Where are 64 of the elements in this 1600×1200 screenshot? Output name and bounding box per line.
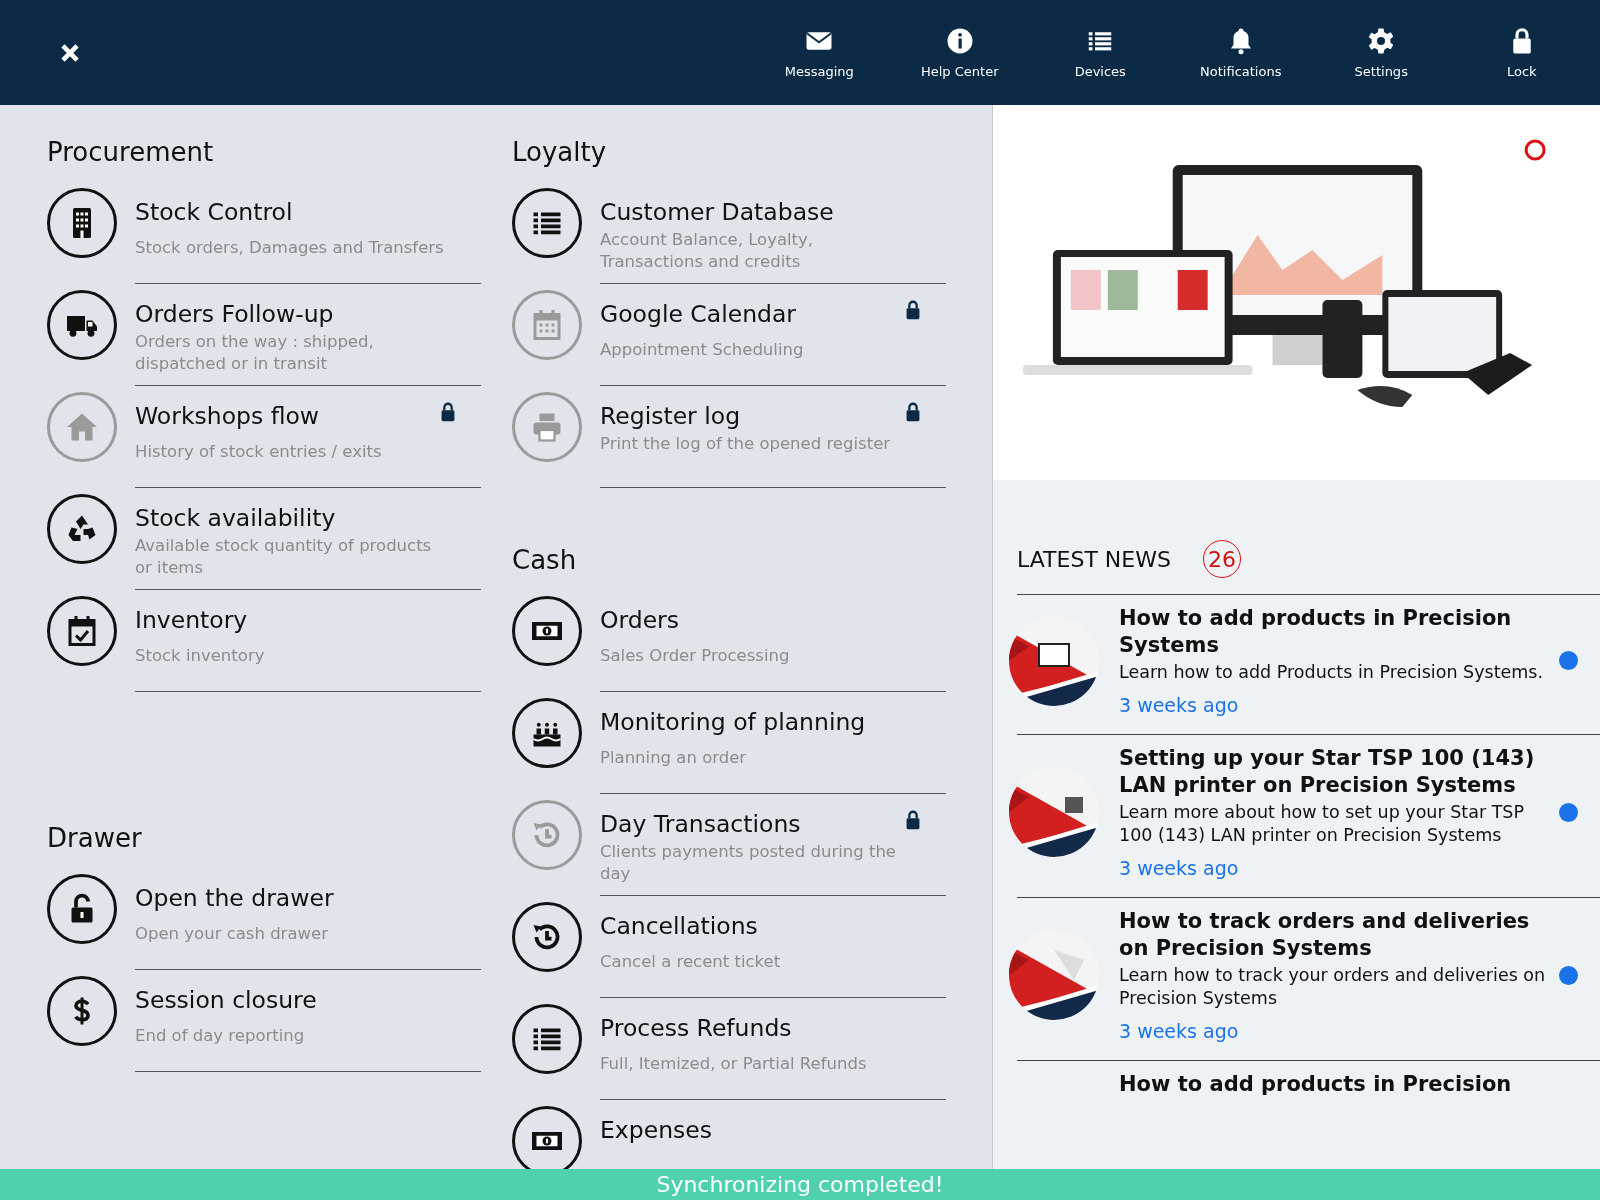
news-title[interactable]: How to add products in Precision	[1119, 1071, 1549, 1098]
news-description: Learn more about how to set up your Star TSP 100 (143) LAN printer on Precision Systems	[1119, 801, 1525, 847]
item-title[interactable]: Orders Follow-up	[135, 299, 334, 329]
dollar-icon[interactable]	[47, 976, 117, 1046]
section-heading: LATEST NEWS	[1017, 546, 1171, 572]
item-title[interactable]: Customer Database	[600, 197, 834, 227]
history-icon[interactable]	[512, 902, 582, 972]
item-description: Open your cash drawer	[135, 923, 329, 945]
item-description: History of stock entries / exits	[135, 441, 383, 463]
item-title[interactable]: Expenses	[600, 1115, 712, 1145]
item-title[interactable]: Day Transactions	[600, 809, 801, 839]
item-title[interactable]: Stock Control	[135, 197, 293, 227]
item-title[interactable]: Workshops flow	[135, 401, 320, 431]
item-description: Stock inventory	[135, 645, 266, 667]
item-title[interactable]: Process Refunds	[600, 1013, 792, 1043]
toolbar-button[interactable]: Help Center	[889, 0, 1030, 105]
section-heading: Drawer	[47, 822, 142, 855]
item-description: Available stock quantity of products or items	[135, 535, 433, 579]
item-title[interactable]: Session closure	[135, 985, 317, 1015]
news-time: 3 weeks ago	[1119, 694, 1239, 716]
news-title[interactable]: How to add products in Precision Systems	[1119, 605, 1549, 659]
toolbar-button[interactable]: Notifications	[1170, 0, 1311, 105]
building-icon[interactable]	[47, 188, 117, 258]
section-heading: Cash	[512, 544, 577, 577]
toolbar-button[interactable]: Devices	[1030, 0, 1171, 105]
section-heading: Loyalty	[512, 136, 607, 169]
item-description: Clients payments posted during the day	[600, 841, 897, 885]
section-heading: Procurement	[47, 136, 214, 169]
item-description: Stock orders, Damages and Transfers	[135, 237, 445, 259]
item-title[interactable]: Inventory	[135, 605, 248, 635]
truck-icon[interactable]	[47, 290, 117, 360]
news-time: 3 weeks ago	[1119, 1020, 1239, 1042]
item-description: Planning an order	[600, 747, 748, 769]
banknote-icon[interactable]	[512, 596, 582, 666]
cake-icon[interactable]	[512, 698, 582, 768]
list-icon[interactable]	[512, 188, 582, 258]
toast-message: Synchronizing completed!	[656, 1170, 944, 1199]
item-description: Appointment Scheduling	[600, 339, 805, 361]
news-time: 3 weeks ago	[1119, 857, 1239, 879]
news-title[interactable]: How to track orders and deliveries on Precision Systems	[1119, 908, 1549, 962]
item-title[interactable]: Register log	[600, 401, 741, 431]
item-title[interactable]: Google Calendar	[600, 299, 796, 329]
calendar-check-icon[interactable]	[47, 596, 117, 666]
item-title[interactable]: Stock availability	[135, 503, 336, 533]
item-title[interactable]: Cancellations	[600, 911, 758, 941]
toolbar-button[interactable]: Settings	[1311, 0, 1452, 105]
list-icon[interactable]	[512, 1004, 582, 1074]
news-description: Learn how to track your orders and deliveries on Precision Systems	[1119, 964, 1547, 1010]
item-description: Print the log of the opened register	[600, 433, 892, 455]
news-description: Learn how to add Products in Precision Systems.	[1119, 661, 1544, 684]
item-description: Account Balance, Loyalty, Transactions and credits	[600, 229, 815, 273]
item-description: Full, Itemized, or Partial Refunds	[600, 1053, 868, 1075]
item-title[interactable]: Orders	[600, 605, 680, 635]
item-description: Orders on the way : shipped, dispatched or in transit	[135, 331, 375, 375]
item-description: End of day reporting	[135, 1025, 306, 1047]
item-title[interactable]: Monitoring of planning	[600, 707, 866, 737]
recycle-icon[interactable]	[47, 494, 117, 564]
item-title[interactable]: Open the drawer	[135, 883, 334, 913]
item-description: Sales Order Processing	[600, 645, 791, 667]
unlocked-padlock-icon[interactable]	[47, 874, 117, 944]
toolbar-button[interactable]: Messaging	[749, 0, 890, 105]
item-description: Cancel a recent ticket	[600, 951, 782, 973]
toolbar-button[interactable]: Lock	[1451, 0, 1592, 105]
news-title[interactable]: Setting up your Star TSP 100 (143) LAN printer on Precision Systems	[1119, 745, 1549, 799]
